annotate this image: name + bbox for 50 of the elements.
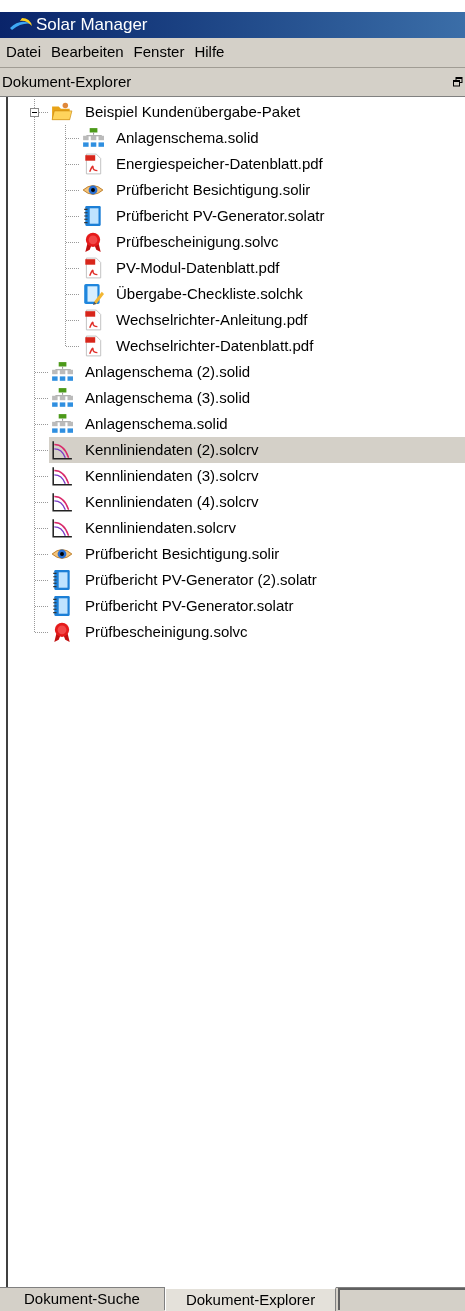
tree-item-label: Kennliniendaten (3).solcrv [85,465,259,486]
line-chart-icon [51,491,73,513]
tree-item-label: Beispiel Kundenübergabe-Paket [85,101,301,122]
tab[interactable]: Dokument-Explorer [164,1287,337,1311]
tree-item-label: Kennliniendaten.solcrv [85,517,236,538]
award-ribbon-icon [51,621,73,643]
tree-item-label: Übergabe-Checkliste.solchk [116,283,303,304]
line-chart-icon [51,465,73,487]
tree-item-label: Anlagenschema.solid [85,413,228,434]
tree-item-label: Energiespeicher-Datenblatt.pdf [116,153,323,174]
tree-item-label: Prüfbericht PV-Generator (2).solatr [85,569,317,590]
tree-item-label: Prüfbericht Besichtigung.solir [116,179,311,200]
panel-title: Dokument-Explorer [1,71,132,92]
menu-item[interactable]: Fenster [133,41,185,64]
tree-item-label: Wechselrichter-Anleitung.pdf [116,309,308,330]
menu-item[interactable]: Hilfe [194,41,225,64]
tree-item-label: Prüfbericht PV-Generator.solatr [116,205,325,226]
tree-item-label: Kennliniendaten (2).solcrv [85,439,259,460]
pdf-file-icon [82,335,104,357]
tree-item-label: Prüfbericht Besichtigung.solir [85,543,280,564]
restore-icon[interactable] [453,77,463,87]
tree-item-label: Anlagenschema (2).solid [85,361,251,382]
pdf-file-icon [82,153,104,175]
tree-item-label: PV-Modul-Datenblatt.pdf [116,257,280,278]
line-chart-icon [51,439,73,461]
tree-item-label: Prüfbericht PV-Generator.solatr [85,595,294,616]
tree-item-label: Prüfbescheinigung.solvc [116,231,279,252]
pdf-file-icon [82,309,104,331]
award-ribbon-icon [82,231,104,253]
line-chart-icon [51,517,73,539]
tree-item-label: Wechselrichter-Datenblatt.pdf [116,335,314,356]
menu-item[interactable]: Bearbeiten [51,41,124,64]
notebook-icon [51,569,73,591]
window-title: Solar Manager [36,14,148,37]
tree-item-label: Anlagenschema.solid [116,127,259,148]
hierarchy-chart-icon [51,387,73,409]
hierarchy-chart-icon [51,361,73,383]
hierarchy-chart-icon [82,127,104,149]
hierarchy-chart-icon [51,413,73,435]
notebook-pencil-icon [82,283,104,305]
tree-item-label: Kennliniendaten (4).solcrv [85,491,259,512]
tree-item-label: Anlagenschema (3).solid [85,387,251,408]
collapse-icon[interactable] [30,108,39,117]
tree-item-label: Prüfbescheinigung.solvc [85,621,248,642]
notebook-icon [51,595,73,617]
menu-item[interactable]: Datei [6,41,42,64]
folder-icon [51,101,73,123]
pdf-file-icon [82,257,104,279]
notebook-icon [82,205,104,227]
tree-item[interactable]: Kennliniendaten (2).solcrv [49,437,465,463]
